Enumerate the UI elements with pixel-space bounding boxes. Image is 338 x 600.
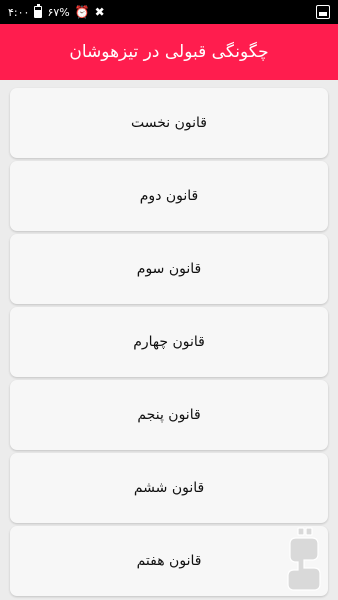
list-item-label: قانون هفتم	[136, 553, 202, 569]
list-item-rule-5[interactable]: قانون پنجم	[10, 380, 328, 450]
list-item-rule-1[interactable]: قانون نخست	[10, 88, 328, 158]
list-item-rule-2[interactable]: قانون دوم	[10, 161, 328, 231]
list-item-label: قانون چهارم	[133, 334, 205, 350]
list-item-rule-3[interactable]: قانون سوم	[10, 234, 328, 304]
list-item-label: قانون دوم	[139, 188, 199, 204]
list-item-label: قانون سوم	[136, 261, 202, 277]
battery-level: ۶۷%	[47, 5, 70, 19]
list-item-label: قانون ششم	[133, 480, 205, 496]
status-bar: ۴:۰۰ ۶۷% ⏰ ✖	[0, 0, 338, 24]
bazaar-logo-icon	[287, 527, 321, 591]
app-title: چگونگی قبولی در تیزهوشان	[69, 42, 269, 62]
list-item-rule-6[interactable]: قانون ششم	[10, 453, 328, 523]
app-bar: چگونگی قبولی در تیزهوشان	[0, 24, 338, 80]
mute-icon: ✖	[94, 5, 105, 19]
image-notification-icon	[316, 5, 330, 19]
alarm-icon: ⏰	[74, 5, 90, 19]
list-item-rule-4[interactable]: قانون چهارم	[10, 307, 328, 377]
list-item-rule-7[interactable]: قانون هفتم	[10, 526, 328, 596]
list-item-label: قانون نخست	[131, 115, 207, 131]
status-left: ۴:۰۰ ۶۷% ⏰ ✖	[8, 4, 105, 19]
battery-icon	[34, 4, 43, 18]
list-item-label: قانون پنجم	[137, 407, 201, 423]
status-time: ۴:۰۰	[8, 5, 30, 19]
